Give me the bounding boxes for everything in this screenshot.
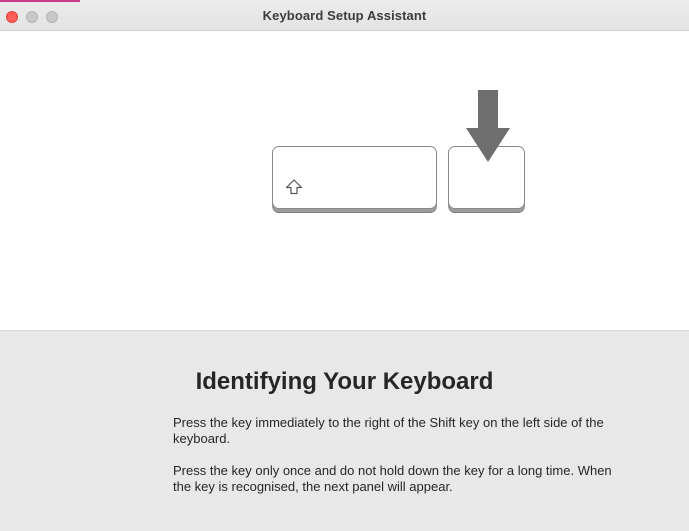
title-bar[interactable]: Keyboard Setup Assistant: [0, 0, 689, 31]
window-title: Keyboard Setup Assistant: [262, 8, 427, 23]
shift-arrow-icon: [285, 179, 303, 195]
instruction-paragraph-2: Press the key only once and do not hold …: [173, 463, 612, 494]
down-arrow-icon: [466, 90, 510, 162]
keyboard-setup-window: Keyboard Setup Assistant Identifying You…: [0, 0, 689, 531]
instruction-paragraph-1: Press the key immediately to the right o…: [173, 415, 604, 446]
keyboard-illustration: [0, 31, 689, 330]
panel-heading: Identifying Your Keyboard: [195, 368, 494, 395]
background-app-tab-edge: [0, 0, 80, 2]
shift-key: [272, 146, 437, 209]
instructions-panel: Identifying Your Keyboard Press the key …: [0, 330, 689, 531]
